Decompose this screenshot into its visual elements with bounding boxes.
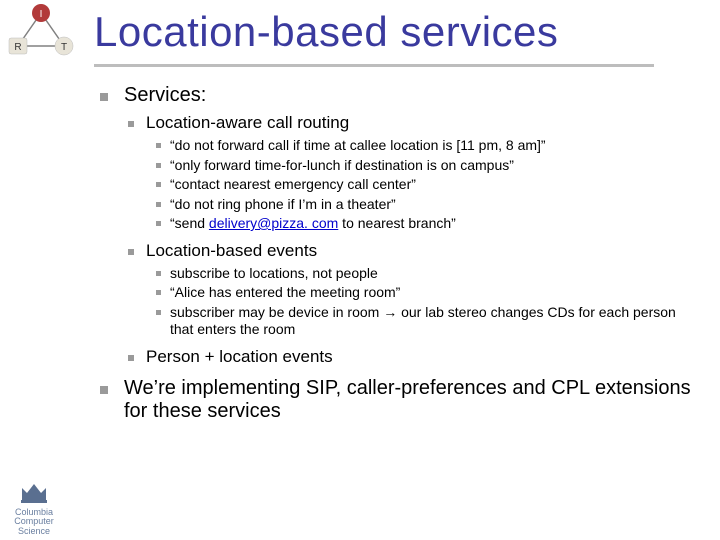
title-underline xyxy=(94,64,654,67)
square-bullet-icon xyxy=(128,249,134,255)
routing-item-text: “contact nearest emergency call center” xyxy=(170,176,416,192)
corner-logo: I R T xyxy=(6,2,76,64)
services-heading: Services: xyxy=(124,84,206,106)
square-bullet-icon xyxy=(156,271,161,276)
bullet-services: Services: xyxy=(100,84,700,107)
person-location-label: Person + location events xyxy=(146,347,333,366)
events-item: subscriber may be device in room → our l… xyxy=(156,304,700,339)
bullet-implement: We’re implementing SIP, caller-preferenc… xyxy=(100,377,700,423)
square-bullet-icon xyxy=(156,182,161,187)
routing-item-text: “do not ring phone if I’m in a theater” xyxy=(170,196,396,212)
square-bullet-icon xyxy=(156,163,161,168)
email-link[interactable]: delivery@pizza. com xyxy=(209,215,338,231)
bullet-routing: Location-aware call routing xyxy=(128,113,700,133)
email-prefix: “send xyxy=(170,215,209,231)
routing-label: Location-aware call routing xyxy=(146,113,349,132)
square-bullet-icon xyxy=(156,202,161,207)
columbia-logo: Columbia Computer Science xyxy=(4,478,64,536)
implement-text: We’re implementing SIP, caller-preferenc… xyxy=(124,377,691,422)
routing-item-text: “do not forward call if time at callee l… xyxy=(170,137,546,153)
square-bullet-icon xyxy=(100,93,108,101)
square-bullet-icon xyxy=(100,386,108,394)
content-area: Services: Location-aware call routing “d… xyxy=(100,84,700,429)
slide: I R T Location-based services Services: … xyxy=(0,0,720,540)
bullet-person-location: Person + location events xyxy=(128,347,700,367)
slide-title: Location-based services xyxy=(94,8,558,56)
bullet-events: Location-based events xyxy=(128,241,700,261)
node-t-label: T xyxy=(61,42,67,53)
square-bullet-icon xyxy=(156,310,161,315)
events-label: Location-based events xyxy=(146,241,317,260)
routing-item: “only forward time-for-lunch if destinat… xyxy=(156,157,700,175)
square-bullet-icon xyxy=(156,143,161,148)
routing-item-email: “send delivery@pizza. com to nearest bra… xyxy=(156,215,700,233)
routing-item: “do not ring phone if I’m in a theater” xyxy=(156,196,700,214)
square-bullet-icon xyxy=(128,121,134,127)
events-item-text: subscribe to locations, not people xyxy=(170,265,378,281)
crown-icon xyxy=(18,478,50,506)
routing-item: “do not forward call if time at callee l… xyxy=(156,137,700,155)
node-r-label: R xyxy=(14,42,21,53)
node-i-label: I xyxy=(40,9,43,20)
square-bullet-icon xyxy=(156,290,161,295)
logo-line3: Science xyxy=(4,527,64,536)
events-item: subscribe to locations, not people xyxy=(156,265,700,283)
routing-item-text: “only forward time-for-lunch if destinat… xyxy=(170,157,514,173)
events-item-text: subscriber may be device in room → our l… xyxy=(170,304,676,338)
square-bullet-icon xyxy=(128,355,134,361)
events-item-text: “Alice has entered the meeting room” xyxy=(170,284,400,300)
events-item: “Alice has entered the meeting room” xyxy=(156,284,700,302)
square-bullet-icon xyxy=(156,221,161,226)
routing-item: “contact nearest emergency call center” xyxy=(156,176,700,194)
email-suffix: to nearest branch” xyxy=(338,215,456,231)
